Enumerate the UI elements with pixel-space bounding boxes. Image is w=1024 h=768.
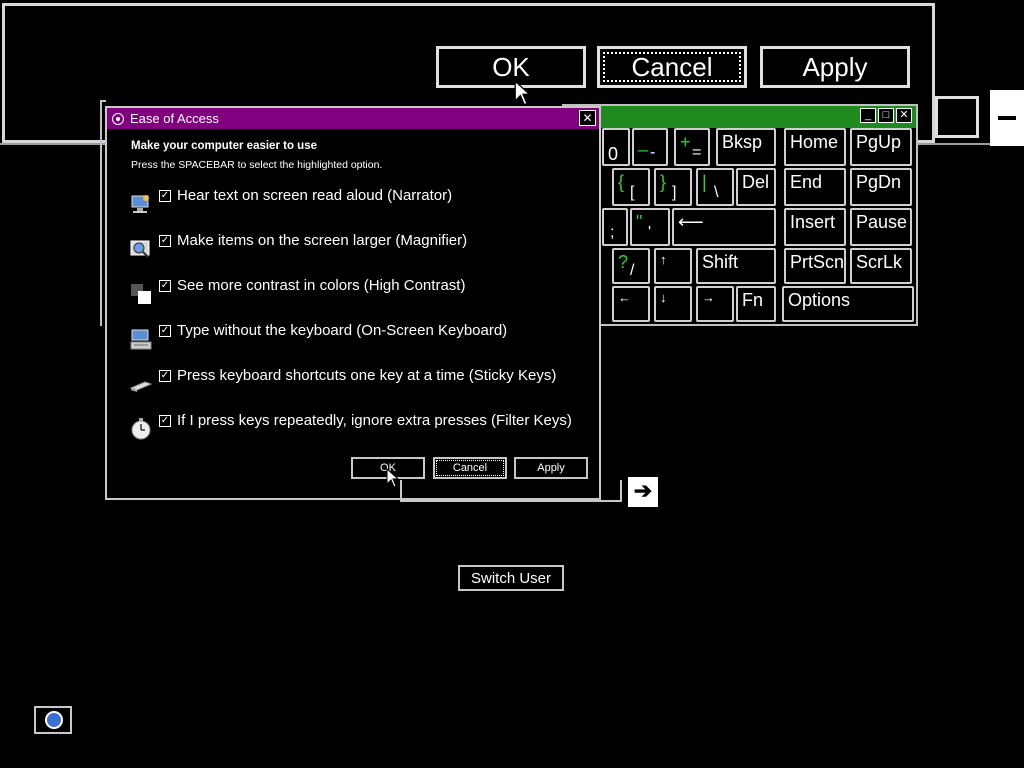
option-label: See more contrast in colors (High Contra…	[177, 277, 466, 294]
option-label: Make items on the screen larger (Magnifi…	[177, 232, 468, 249]
option-label: Press keyboard shortcuts one key at a ti…	[177, 367, 557, 384]
key-quote[interactable]: " '	[630, 208, 670, 246]
key-up-arrow[interactable]: ↑	[654, 248, 692, 284]
high-contrast-icon	[131, 284, 151, 304]
dialog-close-button[interactable]: ✕	[579, 110, 596, 126]
dialog-titlebar: Ease of Access	[107, 108, 599, 129]
key-minus[interactable]: _ -	[632, 128, 668, 166]
sticky-keys-icon	[129, 381, 153, 392]
magnified-cursor-icon	[514, 80, 532, 106]
key-del[interactable]: Del	[736, 168, 776, 206]
key-left-arrow[interactable]: ←	[612, 286, 650, 322]
option-label: Type without the keyboard (On-Screen Key…	[177, 322, 508, 339]
key-right-bracket[interactable]: }]	[654, 168, 692, 206]
osk-minimize-button[interactable]: _	[860, 108, 876, 123]
key-shift[interactable]: Shift	[696, 248, 776, 284]
narrator-icon	[131, 195, 149, 213]
key-equals[interactable]: + =	[674, 128, 710, 166]
keyboard-icon	[130, 329, 152, 350]
option-label: If I press keys repeatedly, ignore extra…	[177, 412, 572, 429]
key-scrlk[interactable]: ScrLk	[850, 248, 912, 284]
option-label: Hear text on screen read aloud (Narrator…	[177, 187, 453, 204]
magnifier-icon	[130, 240, 150, 258]
key-pause[interactable]: Pause	[850, 208, 912, 246]
key-fn[interactable]: Fn	[736, 286, 776, 322]
key-pgup[interactable]: PgUp	[850, 128, 912, 166]
ease-of-access-icon	[112, 112, 124, 125]
key-backslash[interactable]: | \	[696, 168, 734, 206]
dialog-subheading: Press the SPACEBAR to select the highlig…	[131, 159, 383, 171]
key-bksp[interactable]: Bksp	[716, 128, 776, 166]
key-0[interactable]: 0	[602, 128, 630, 166]
key-down-arrow[interactable]: ↓	[654, 286, 692, 322]
filter-keys-icon	[131, 418, 151, 440]
key-left-bracket[interactable]: {[	[612, 168, 650, 206]
key-semicolon[interactable]: ;	[602, 208, 628, 246]
key-home[interactable]: Home	[784, 128, 846, 166]
dialog-heading: Make your computer easier to use	[131, 140, 317, 152]
on-screen-keyboard-checkbox[interactable]: ✓	[159, 325, 171, 337]
high-contrast-checkbox[interactable]: ✓	[159, 280, 171, 292]
password-field[interactable]	[400, 480, 622, 502]
magnified-field	[935, 96, 979, 138]
ease-of-access-icon	[45, 711, 63, 729]
narrator-checkbox[interactable]: ✓	[159, 190, 171, 202]
key-slash[interactable]: ? /	[612, 248, 650, 284]
magnified-ok-button[interactable]: OK	[436, 46, 586, 88]
filter-keys-checkbox[interactable]: ✓	[159, 415, 171, 427]
switch-user-button[interactable]: Switch User	[458, 565, 564, 591]
key-pgdn[interactable]: PgDn	[850, 168, 912, 206]
magnifier-checkbox[interactable]: ✓	[159, 235, 171, 247]
sticky-keys-checkbox[interactable]: ✓	[159, 370, 171, 382]
key-enter[interactable]: ⟵	[672, 208, 776, 246]
key-insert[interactable]: Insert	[784, 208, 846, 246]
cancel-button[interactable]: Cancel	[433, 457, 507, 479]
osk-maximize-button[interactable]: □	[878, 108, 894, 123]
mouse-cursor-icon	[386, 468, 400, 488]
magnified-minimize-button[interactable]	[990, 90, 1024, 146]
ease-of-access-dialog: Ease of Access ✕ Make your computer easi…	[105, 106, 601, 500]
dialog-title: Ease of Access	[130, 111, 219, 126]
ease-of-access-button[interactable]	[34, 706, 72, 734]
on-screen-keyboard: _ □ ✕ 0 _ - + = Bksp Home PgUp {[ }] | \ De…	[562, 104, 918, 326]
submit-arrow-button[interactable]: ➔	[628, 477, 658, 507]
magnified-apply-button[interactable]: Apply	[760, 46, 910, 88]
osk-close-button[interactable]: ✕	[896, 108, 912, 123]
key-right-arrow[interactable]: →	[696, 286, 734, 322]
apply-button[interactable]: Apply	[514, 457, 588, 479]
key-prtscn[interactable]: PrtScn	[784, 248, 846, 284]
key-end[interactable]: End	[784, 168, 846, 206]
key-options[interactable]: Options	[782, 286, 914, 322]
magnified-cancel-button[interactable]: Cancel	[597, 46, 747, 88]
